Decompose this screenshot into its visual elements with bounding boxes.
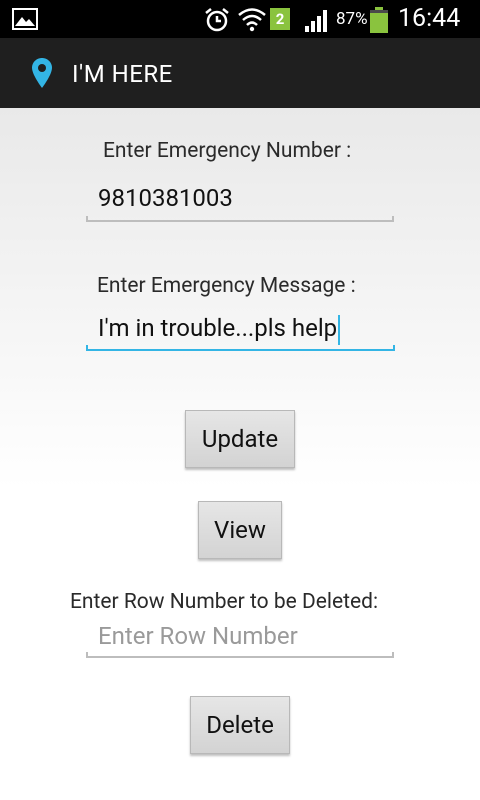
emergency-number-label: Enter Emergency Number : [103,139,352,163]
text-cursor [338,314,341,345]
app-title: I'M HERE [72,60,173,88]
view-button[interactable]: View [198,501,282,559]
update-button[interactable]: Update [185,410,295,468]
emergency-message-value: I'm in trouble...pls help [98,314,338,342]
location-pin-icon[interactable] [32,58,52,92]
alarm-icon [203,6,231,38]
main-content: Enter Emergency Number : 9810381003 Ente… [0,108,480,800]
status-bar: 2 87% 16:44 [0,0,480,38]
action-bar: I'M HERE [0,38,480,108]
row-number-label: Enter Row Number to be Deleted: [70,590,379,614]
row-number-underline [86,652,394,658]
notification-badge: 2 [270,8,290,30]
emergency-number-underline [86,216,394,222]
delete-button[interactable]: Delete [190,696,290,754]
emergency-message-underline [86,345,395,351]
emergency-number-input[interactable]: 9810381003 [98,184,233,212]
signal-icon [305,8,331,36]
emergency-message-input[interactable]: I'm in trouble...pls help [98,314,341,345]
gallery-icon [12,8,38,30]
battery-icon [370,7,388,33]
clock: 16:44 [398,4,461,33]
battery-percent: 87% [336,9,368,29]
wifi-icon [237,6,267,36]
row-number-input[interactable]: Enter Row Number [98,622,298,650]
emergency-message-label: Enter Emergency Message : [97,274,356,298]
